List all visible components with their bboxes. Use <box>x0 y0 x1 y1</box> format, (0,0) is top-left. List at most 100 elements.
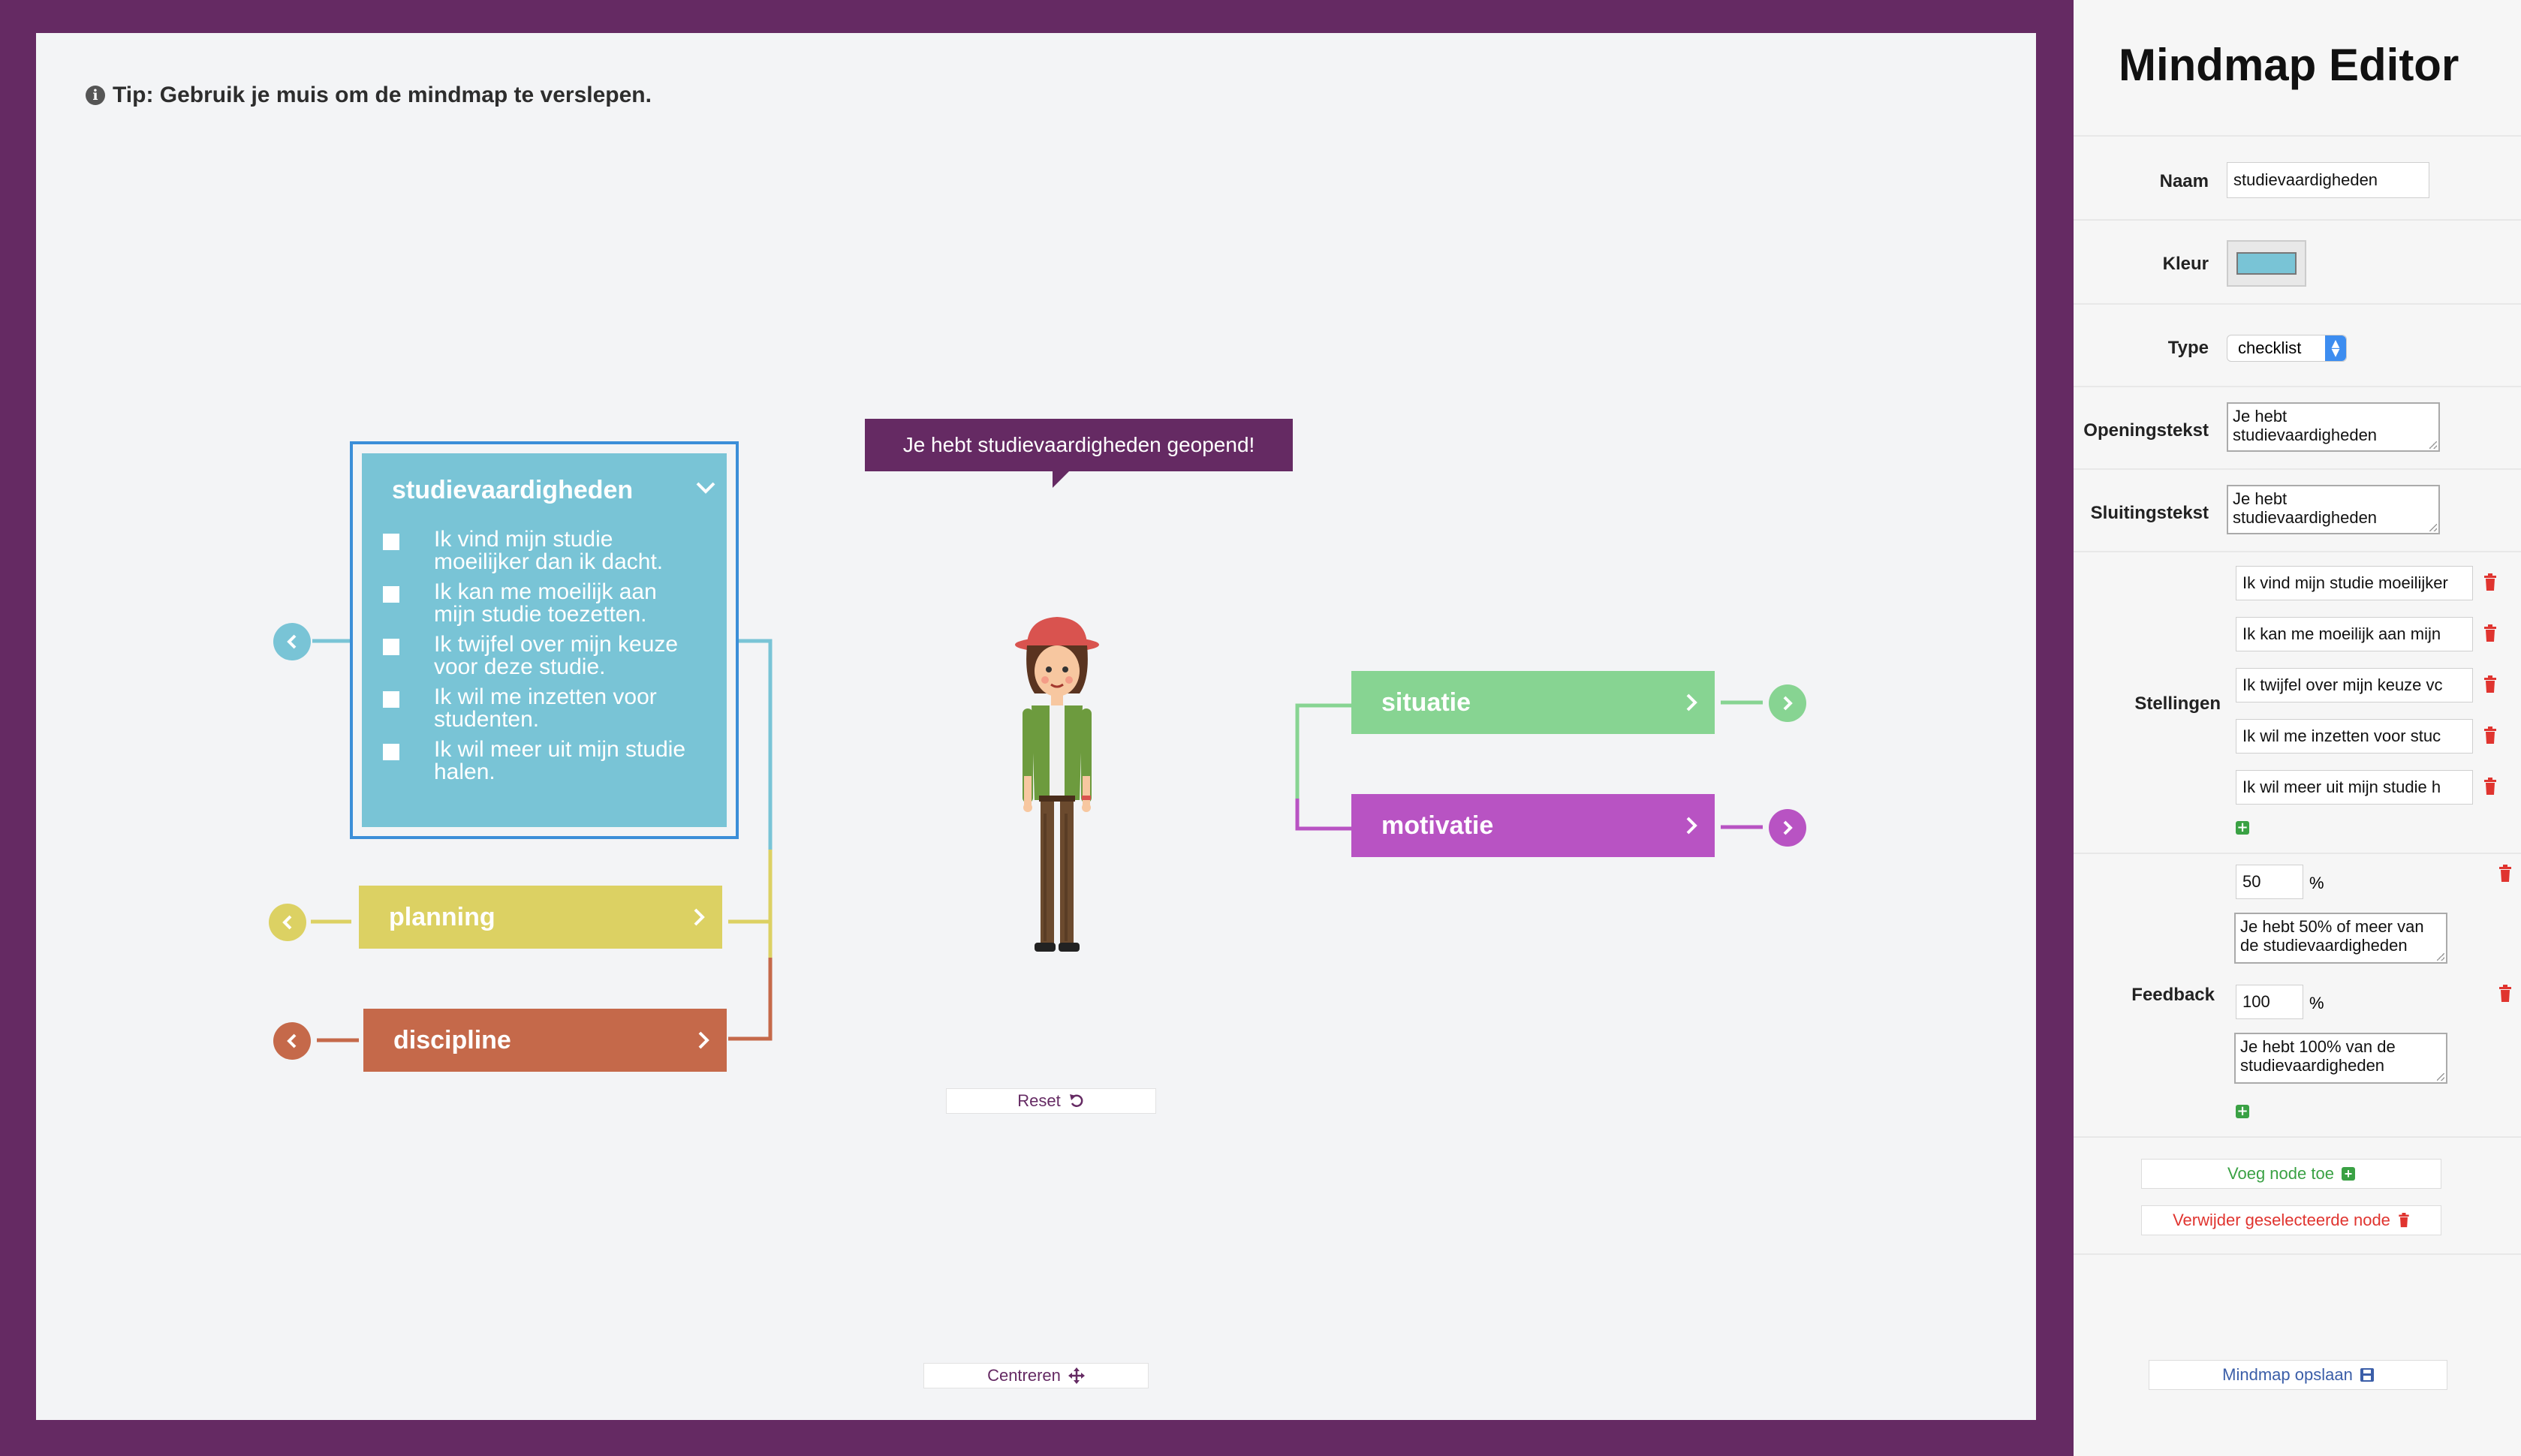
add-node-button[interactable]: Voeg node toe + <box>2141 1159 2441 1189</box>
node-title: studievaardigheden <box>392 476 634 504</box>
checkbox[interactable] <box>383 691 399 708</box>
checklist-item[interactable]: Ik wil me inzetten voor studenten. <box>383 686 704 731</box>
panel-title: Mindmap Editor <box>2119 40 2459 90</box>
trash-icon[interactable] <box>2483 624 2497 642</box>
checkbox[interactable] <box>383 534 399 550</box>
stelling-input[interactable]: Ik kan me moeilijk aan mijn <box>2236 617 2473 651</box>
chevron-right-icon <box>1783 820 1793 835</box>
feedback-textarea[interactable]: Je hebt 100% van de studievaardigheden <box>2234 1033 2447 1084</box>
stelling-input[interactable]: Ik vind mijn studie moeilijker <box>2236 566 2473 600</box>
chevron-left-icon <box>282 915 292 930</box>
trash-icon[interactable] <box>2483 675 2497 693</box>
naam-label: Naam <box>2159 171 2209 191</box>
chevron-right-icon <box>698 1031 709 1049</box>
move-icon <box>1068 1367 1085 1384</box>
color-swatch <box>2236 252 2297 275</box>
collapse-planning-button[interactable] <box>269 904 306 941</box>
trash-icon[interactable] <box>2483 726 2497 745</box>
stelling-input[interactable]: Ik wil me inzetten voor stuc <box>2236 719 2473 754</box>
character-illustration <box>1015 617 1099 952</box>
checklist-item[interactable]: Ik kan me moeilijk aan mijn studie toeze… <box>383 581 704 626</box>
chevron-left-icon <box>287 1033 297 1048</box>
speech-bubble-text: Je hebt studievaardigheden geopend! <box>902 433 1255 456</box>
editor-panel: Mindmap Editor Naam studievaardigheden K… <box>2074 0 2521 1456</box>
remove-node-button[interactable]: Verwijder geselecteerde node <box>2141 1205 2441 1235</box>
naam-input[interactable]: studievaardigheden <box>2227 162 2429 198</box>
collapse-discipline-button[interactable] <box>273 1022 311 1060</box>
node-studievaardigheden[interactable]: studievaardigheden Ik vind mijn studie m… <box>362 453 727 827</box>
checklist: Ik vind mijn studie moeilijker dan ik da… <box>383 528 704 791</box>
checkbox[interactable] <box>383 639 399 655</box>
divider <box>2074 853 2521 854</box>
save-label: Mindmap opslaan <box>2222 1365 2353 1384</box>
trash-icon[interactable] <box>2483 573 2497 591</box>
color-picker[interactable] <box>2227 240 2306 287</box>
percent-unit: % <box>2309 874 2324 892</box>
chevron-right-icon <box>1686 693 1697 711</box>
stelling-input[interactable]: Ik wil meer uit mijn studie h <box>2236 770 2473 805</box>
node-label: planning <box>389 902 495 931</box>
sluiting-label: Sluitingstekst <box>2090 503 2209 523</box>
checklist-item[interactable]: Ik vind mijn studie moeilijker dan ik da… <box>383 528 704 573</box>
chevron-right-icon <box>1783 696 1793 711</box>
checkbox[interactable] <box>383 586 399 603</box>
add-stelling-icon[interactable]: + <box>2236 821 2249 835</box>
plus-icon: + <box>2341 1167 2355 1181</box>
checklist-item[interactable]: Ik twijfel over mijn keuze voor deze stu… <box>383 633 704 678</box>
type-select[interactable]: checklist ▲ ▼ <box>2227 335 2347 362</box>
node-situatie[interactable]: situatie <box>1351 671 1715 734</box>
reset-button[interactable]: Reset <box>946 1088 1156 1114</box>
percent-unit: % <box>2309 994 2324 1012</box>
expand-situatie-button[interactable] <box>1769 684 1806 722</box>
add-feedback-icon[interactable]: + <box>2236 1105 2249 1118</box>
divider <box>2074 219 2521 221</box>
node-discipline[interactable]: discipline <box>363 1009 727 1072</box>
node-motivatie[interactable]: motivatie <box>1351 794 1715 857</box>
node-label: discipline <box>393 1025 511 1054</box>
collapse-studievaardigheden-button[interactable] <box>273 623 311 660</box>
mindmap-canvas[interactable]: i Tip: Gebruik je muis om de mindmap te … <box>36 33 2036 1420</box>
feedback-percent-input[interactable]: 100 <box>2236 985 2303 1019</box>
divider <box>2074 1136 2521 1138</box>
node-label: motivatie <box>1381 811 1494 840</box>
save-mindmap-button[interactable]: Mindmap opslaan <box>2149 1360 2447 1390</box>
divider <box>2074 135 2521 137</box>
opening-textarea[interactable]: Je hebt studievaardigheden <box>2227 402 2440 452</box>
type-label: Type <box>2167 338 2209 358</box>
expand-motivatie-button[interactable] <box>1769 809 1806 847</box>
opening-label: Openingstekst <box>2083 420 2209 441</box>
chevron-down-icon[interactable] <box>695 480 716 495</box>
save-icon <box>2360 1368 2374 1382</box>
undo-icon <box>1069 1094 1083 1107</box>
center-label: Centreren <box>987 1366 1061 1385</box>
node-label: situatie <box>1381 687 1471 717</box>
feedback-textarea[interactable]: Je hebt 50% of meer van de studievaardig… <box>2234 913 2447 964</box>
node-planning[interactable]: planning <box>359 886 722 949</box>
center-button[interactable]: Centreren <box>923 1363 1149 1388</box>
divider <box>2074 468 2521 470</box>
feedback-percent-input[interactable]: 50 <box>2236 865 2303 899</box>
select-arrows-icon: ▲ ▼ <box>2325 335 2346 361</box>
kleur-label: Kleur <box>2162 254 2209 274</box>
selected-node-outline: studievaardigheden Ik vind mijn studie m… <box>350 441 739 839</box>
trash-icon[interactable] <box>2498 865 2512 883</box>
divider <box>2074 551 2521 552</box>
feedback-label: Feedback <box>2131 985 2215 1005</box>
checkbox[interactable] <box>383 744 399 760</box>
divider <box>2074 1253 2521 1255</box>
stellingen-label: Stellingen <box>2134 693 2221 714</box>
trash-icon[interactable] <box>2498 985 2512 1003</box>
remove-node-label: Verwijder geselecteerde node <box>2173 1211 2390 1229</box>
divider <box>2074 303 2521 305</box>
trash-icon[interactable] <box>2483 778 2497 796</box>
trash-icon <box>2399 1213 2409 1228</box>
chevron-left-icon <box>287 634 297 649</box>
sluiting-textarea[interactable]: Je hebt studievaardigheden <box>2227 485 2440 534</box>
add-node-label: Voeg node toe <box>2227 1164 2334 1183</box>
chevron-right-icon <box>1686 817 1697 835</box>
divider <box>2074 386 2521 387</box>
stelling-input[interactable]: Ik twijfel over mijn keuze vc <box>2236 668 2473 702</box>
speech-bubble: Je hebt studievaardigheden geopend! <box>865 419 1293 488</box>
type-select-value: checklist <box>2238 338 2302 357</box>
checklist-item[interactable]: Ik wil meer uit mijn studie halen. <box>383 739 704 784</box>
